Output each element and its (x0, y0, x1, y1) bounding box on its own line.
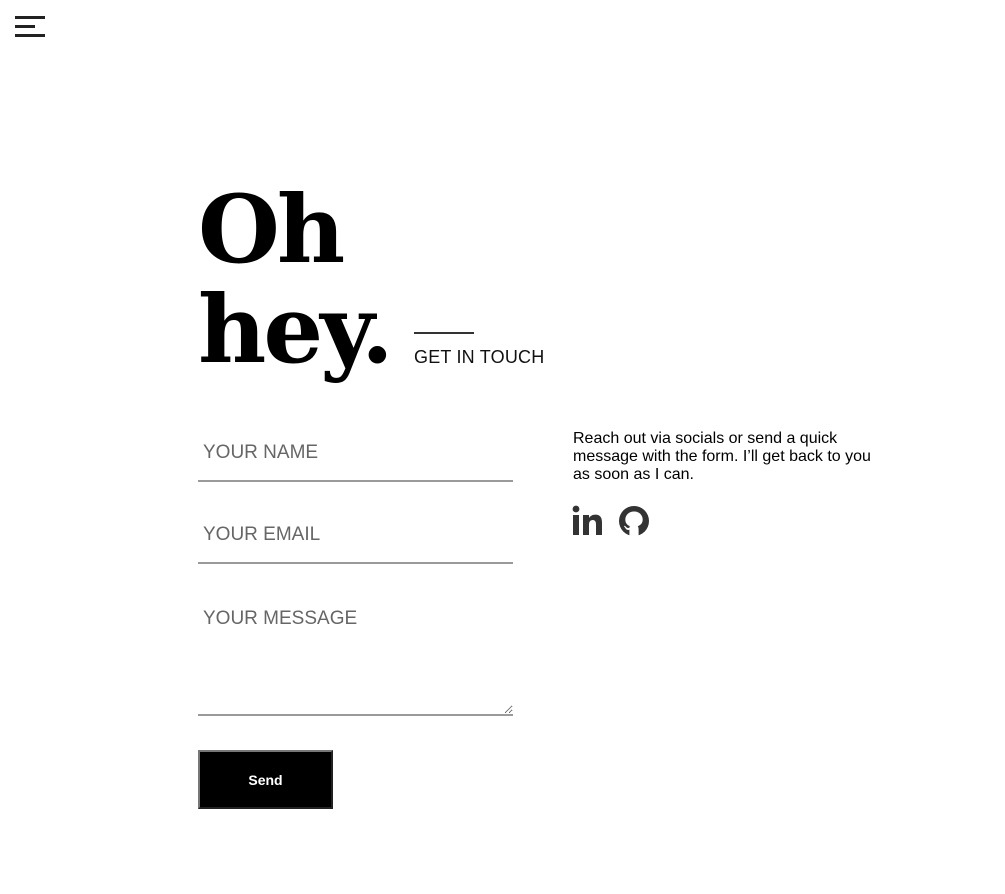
social-links (572, 504, 650, 538)
contact-intro: Reach out via socials or send a quick me… (573, 430, 871, 483)
message-textarea[interactable] (198, 604, 513, 716)
linkedin-icon[interactable] (572, 505, 604, 537)
tagline-divider (414, 332, 474, 334)
hero-heading: Oh hey. (198, 175, 394, 385)
hamburger-menu-icon[interactable] (15, 16, 45, 40)
email-input[interactable] (198, 520, 513, 564)
menu-line (15, 16, 45, 19)
hero-line-2: hey. (198, 275, 394, 385)
hero-line-1: Oh (198, 175, 345, 285)
name-input[interactable] (198, 438, 513, 482)
github-icon[interactable] (618, 505, 650, 537)
menu-line (15, 34, 45, 37)
send-button[interactable]: Send (198, 750, 333, 809)
menu-line (15, 25, 35, 28)
contact-page: Oh hey. GET IN TOUCH Send Reach out via … (0, 0, 1005, 894)
tagline: GET IN TOUCH (414, 347, 545, 367)
